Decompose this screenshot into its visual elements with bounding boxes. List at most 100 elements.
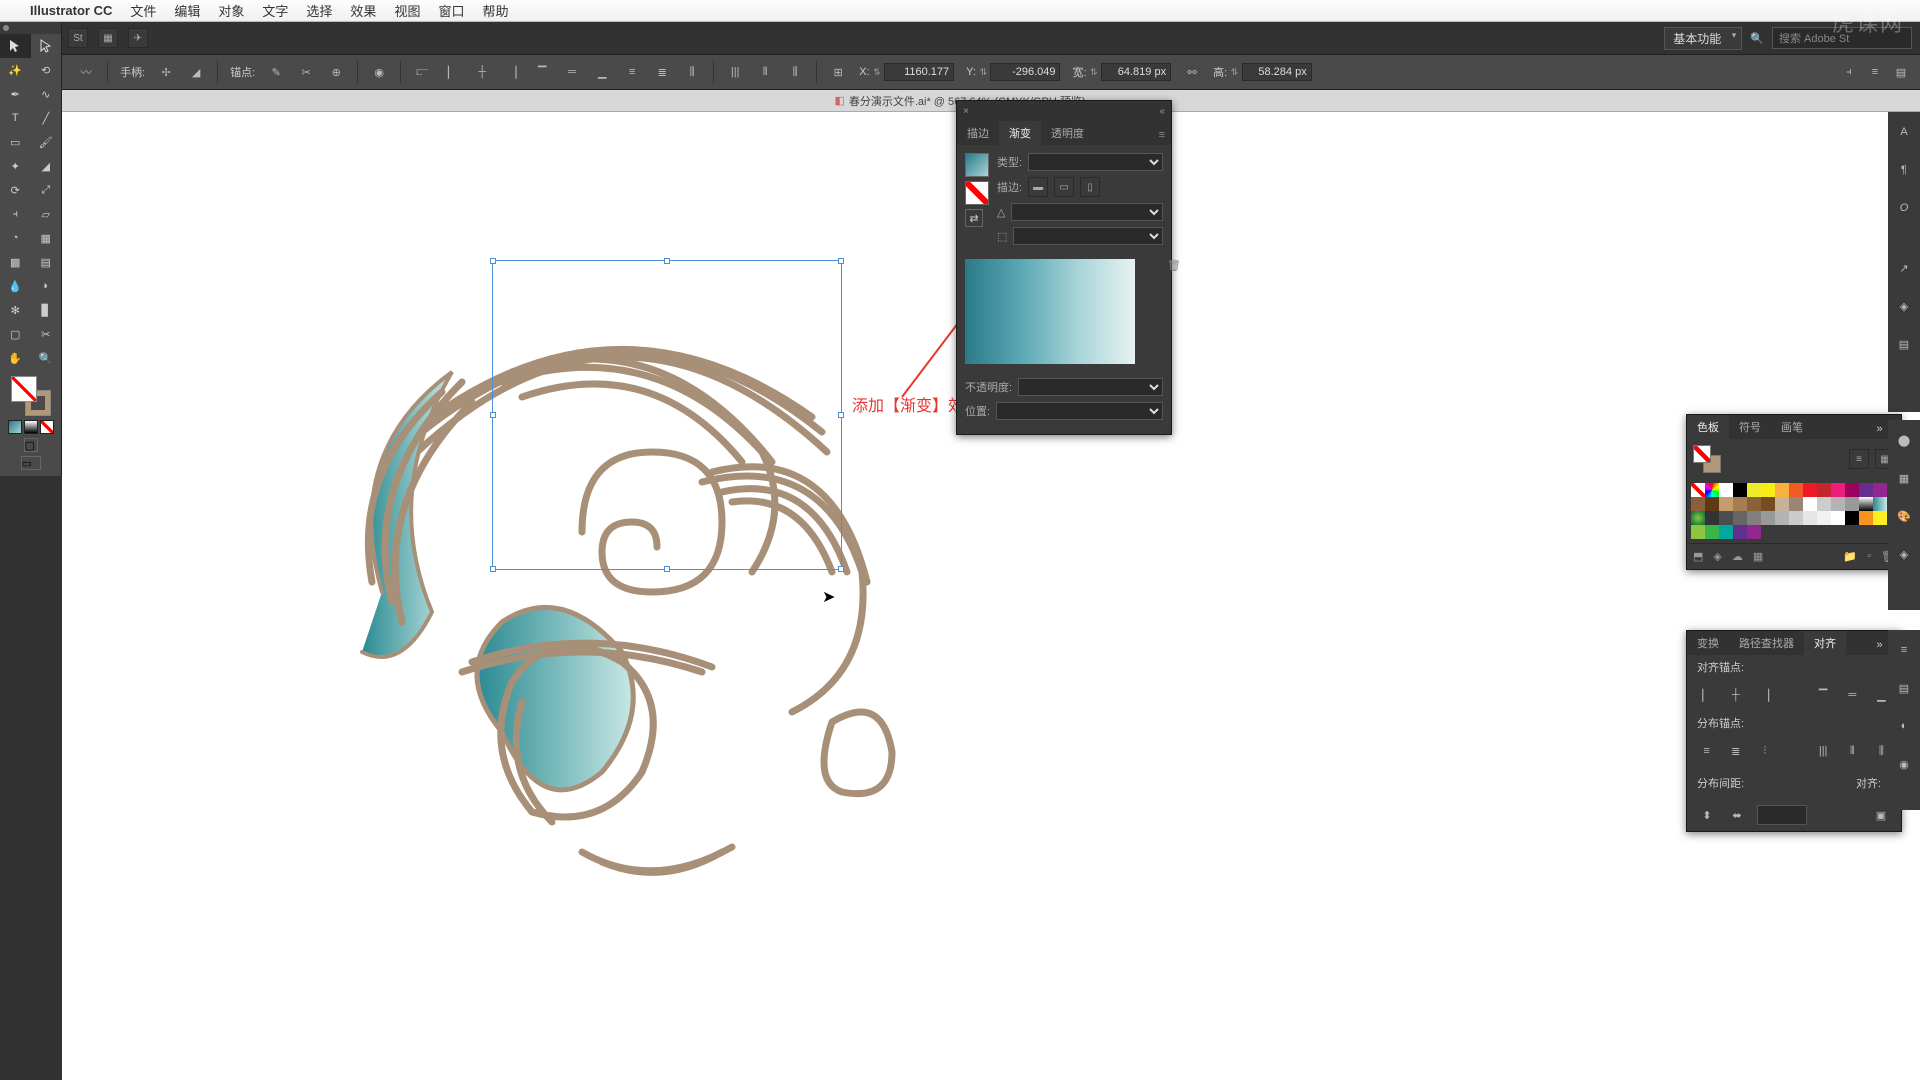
dock-color-icon[interactable]: ⬤ — [1892, 428, 1916, 452]
tab-gradient[interactable]: 渐变 — [999, 121, 1041, 145]
selection-bounding-box[interactable] — [492, 260, 842, 570]
zoom-tool[interactable]: 🔍 — [31, 346, 62, 370]
swatch-new-icon[interactable]: ▫ — [1867, 550, 1871, 563]
gradient-ramp[interactable] — [965, 259, 1135, 364]
dist-v1-icon[interactable]: ||| — [726, 63, 744, 81]
perspective-tool[interactable]: ▦ — [31, 226, 62, 250]
blend-tool[interactable]: ◗ — [31, 274, 62, 298]
rotate-tool[interactable]: ⟳ — [0, 178, 31, 202]
type-tool[interactable]: T — [0, 106, 31, 130]
anchor-cut-icon[interactable]: ✂ — [297, 63, 315, 81]
dist-space-input[interactable] — [1757, 805, 1807, 825]
align-h1-icon[interactable]: ⫍ — [413, 63, 431, 81]
stroke-mode-2[interactable]: ▭ — [1054, 177, 1074, 197]
smooth-icon[interactable]: 〰 — [77, 63, 95, 81]
handle-icon1[interactable]: ✢ — [157, 63, 175, 81]
swatch-options-icon[interactable]: ☁ — [1732, 550, 1743, 563]
anchor-pen-icon[interactable]: ✎ — [267, 63, 285, 81]
dist-top-icon[interactable]: ≡ — [1697, 741, 1716, 761]
tab-transform[interactable]: 变换 — [1687, 631, 1729, 655]
align-right-icon[interactable]: ▕ — [1755, 685, 1774, 705]
gradient-aspect[interactable] — [1013, 227, 1163, 245]
dock-trans-icon[interactable]: ◐ — [1892, 714, 1916, 738]
dock-para-icon[interactable]: ¶ — [1892, 158, 1916, 182]
gradient-type-select[interactable] — [1028, 153, 1163, 171]
w-input[interactable] — [1101, 63, 1171, 81]
align-panel[interactable]: 变换 路径查找器 对齐 » ≡ 对齐锚点: ▏ ┼ ▕ ▔ ═ ▁ 分布锚点: … — [1686, 630, 1902, 832]
align-r-icon[interactable]: ▕ — [503, 63, 521, 81]
isolate-icon[interactable]: ◉ — [370, 63, 388, 81]
dock-glyph-icon[interactable]: O — [1892, 196, 1916, 220]
magic-wand-tool[interactable]: ✨ — [0, 58, 31, 82]
rectangle-tool[interactable]: ▭ — [0, 130, 31, 154]
dock-appear-icon[interactable]: ◉ — [1892, 752, 1916, 776]
link-wh-icon[interactable]: ⚯ — [1183, 63, 1201, 81]
shape-builder-tool[interactable]: ◔ — [0, 226, 31, 250]
dist-bottom-icon[interactable]: ⫶ — [1755, 741, 1774, 761]
dist-h2-icon[interactable]: ≣ — [653, 63, 671, 81]
dist-hcenter-icon[interactable]: ⦀ — [1843, 741, 1862, 761]
delete-stop-icon[interactable]: 🗑 — [1167, 259, 1181, 272]
shaper-tool[interactable]: ✦ — [0, 154, 31, 178]
search-icon[interactable]: 🔍 — [1750, 32, 1764, 45]
dist-v2-icon[interactable]: ⦀ — [756, 63, 774, 81]
h-input[interactable] — [1242, 63, 1312, 81]
mesh-tool[interactable]: ▩ — [0, 250, 31, 274]
swatch-grid[interactable] — [1687, 479, 1901, 543]
handle-bot-left[interactable] — [490, 566, 496, 572]
dist-h3-icon[interactable]: ⫼ — [683, 63, 701, 81]
align-left-icon[interactable]: ▏ — [1697, 685, 1716, 705]
swatch-group-icon[interactable]: ▦ — [1753, 550, 1763, 563]
swatch-folder-icon[interactable]: 📁 — [1843, 550, 1857, 563]
panel-collapse-icon[interactable]: « — [1159, 106, 1165, 117]
handle-bot-mid[interactable] — [664, 566, 670, 572]
gradient-preview-swatch[interactable] — [965, 153, 989, 177]
menu-effect[interactable]: 效果 — [350, 1, 376, 20]
gpu-icon[interactable]: ✈ — [128, 28, 148, 48]
stroke-mode-3[interactable]: ▯ — [1080, 177, 1100, 197]
location-select[interactable] — [996, 402, 1163, 420]
align-m-icon[interactable]: ═ — [563, 63, 581, 81]
menu-view[interactable]: 视图 — [394, 1, 420, 20]
selection-tool[interactable] — [0, 34, 31, 58]
eyedropper-tool[interactable]: 💧 — [0, 274, 31, 298]
tab-pathfinder[interactable]: 路径查找器 — [1729, 631, 1804, 655]
dist-vspace-icon[interactable]: ⬍ — [1697, 805, 1717, 825]
width-tool[interactable]: ⫞ — [0, 202, 31, 226]
free-transform-tool[interactable]: ▱ — [31, 202, 62, 226]
stock-icon[interactable]: St — [68, 28, 88, 48]
options-icon[interactable]: ≡ — [1866, 63, 1884, 81]
tab-swatches[interactable]: 色板 — [1687, 415, 1729, 439]
paintbrush-tool[interactable]: 🖌 — [31, 130, 62, 154]
tab-transparency[interactable]: 透明度 — [1041, 121, 1094, 145]
x-input[interactable] — [884, 63, 954, 81]
gradient-panel[interactable]: ×« 描边 渐变 透明度 ≡ ⇄ 类型: 描边: ▬ ▭ ▯ △ ⬚ — [956, 100, 1172, 435]
tab-symbols[interactable]: 符号 — [1729, 415, 1771, 439]
h-field[interactable]: 高: ⥮ — [1213, 63, 1312, 81]
panel-menu-icon[interactable]: ▤ — [1892, 63, 1910, 81]
handle-top-mid[interactable] — [664, 258, 670, 264]
dock-layers-icon[interactable]: ◈ — [1892, 542, 1916, 566]
tab-align[interactable]: 对齐 — [1804, 631, 1846, 655]
menu-select[interactable]: 选择 — [306, 1, 332, 20]
handle-mid-right[interactable] — [838, 412, 844, 418]
menu-type[interactable]: 文字 — [262, 1, 288, 20]
pin-icon[interactable]: ⫞ — [1840, 63, 1858, 81]
swatch-fillstroke[interactable] — [1693, 445, 1721, 473]
menu-file[interactable]: 文件 — [130, 1, 156, 20]
handle-bot-right[interactable] — [838, 566, 844, 572]
dock-lib-icon[interactable]: ◈ — [1892, 294, 1916, 318]
align-top-icon[interactable]: ▔ — [1814, 685, 1833, 705]
handle-mid-left[interactable] — [490, 412, 496, 418]
handle-top-right[interactable] — [838, 258, 844, 264]
swatch-kind-icon[interactable]: ◈ — [1713, 550, 1721, 563]
align-b-icon[interactable]: ▁ — [593, 63, 611, 81]
dock-char-icon[interactable]: A — [1892, 120, 1916, 144]
opacity-select[interactable] — [1018, 378, 1163, 396]
toolbox-close[interactable] — [0, 22, 61, 34]
anchor-join-icon[interactable]: ⊕ — [327, 63, 345, 81]
fill-stroke-swatch[interactable] — [11, 376, 51, 416]
menu-help[interactable]: 帮助 — [482, 1, 508, 20]
menu-window[interactable]: 窗口 — [438, 1, 464, 20]
dock-guide-icon[interactable]: 🎨 — [1892, 504, 1916, 528]
